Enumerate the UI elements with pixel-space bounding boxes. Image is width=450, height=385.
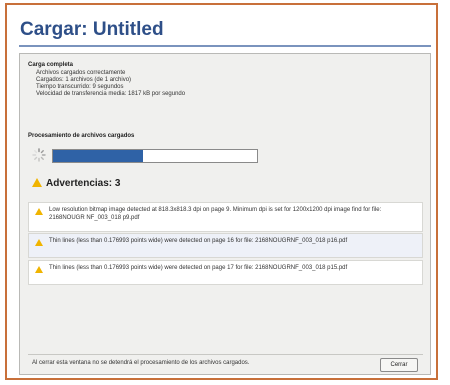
warnings-heading: Advertencias: 3 bbox=[32, 178, 120, 189]
footer-divider bbox=[28, 354, 423, 355]
warning-text: Low resolution bitmap image detected at … bbox=[49, 207, 382, 221]
close-button[interactable]: Cerrar bbox=[380, 358, 418, 372]
processing-label: Procesamiento de archivos cargados bbox=[28, 133, 135, 139]
summary-line: Archivos cargados correctamente bbox=[36, 70, 126, 76]
warning-icon bbox=[35, 266, 43, 273]
upload-status-panel: Carga completa Archivos cargados correct… bbox=[19, 53, 431, 375]
progress-percent: 44% bbox=[147, 152, 162, 159]
upload-complete-heading: Carga completa bbox=[28, 62, 74, 68]
summary-line: Cargados: 1 archivos (de 1 archivo) bbox=[36, 77, 132, 83]
warning-item: Low resolution bitmap image detected at … bbox=[28, 202, 423, 232]
title-divider bbox=[19, 45, 431, 47]
upload-dialog: Cargar: Untitled Carga completa Archivos… bbox=[5, 3, 438, 380]
warning-text: Thin lines (less than 0.176993 points wi… bbox=[49, 238, 348, 244]
summary-line: Velocidad de transferencia media: 1817 k… bbox=[36, 91, 186, 97]
warning-item: Thin lines (less than 0.176993 points wi… bbox=[28, 260, 423, 285]
warning-icon bbox=[35, 208, 43, 215]
warning-icon bbox=[35, 239, 43, 246]
warning-item: Thin lines (less than 0.176993 points wi… bbox=[28, 233, 423, 258]
warning-icon bbox=[32, 178, 42, 187]
footer-note: Al cerrar esta ventana no se detendrá el… bbox=[32, 360, 250, 366]
warning-text: Thin lines (less than 0.176993 points wi… bbox=[49, 265, 348, 271]
spinner-icon bbox=[32, 148, 46, 162]
processing-progress-bar: 44% bbox=[52, 149, 258, 163]
summary-line: Tiempo transcurrido: 9 segundos bbox=[36, 84, 124, 90]
dialog-title: Cargar: Untitled bbox=[20, 19, 164, 40]
